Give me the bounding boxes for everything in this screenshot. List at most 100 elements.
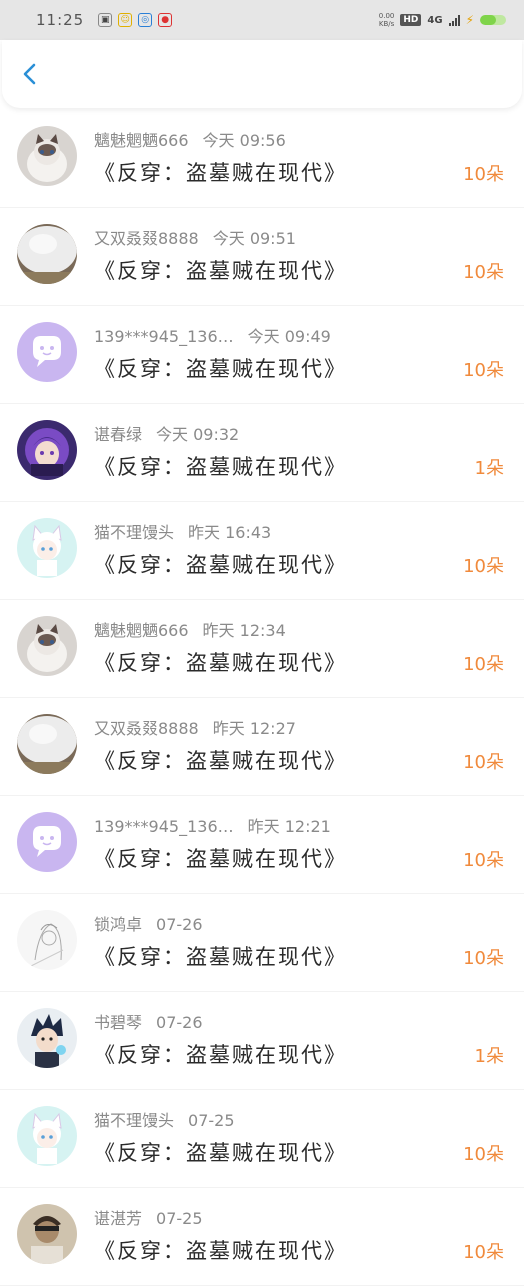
- timestamp: 今天 09:51: [212, 229, 296, 248]
- flower-count: 1朵: [474, 458, 504, 479]
- sketch-avatar[interactable]: [17, 910, 77, 970]
- signal-icon: [448, 14, 460, 26]
- photo-person-avatar[interactable]: [17, 1204, 77, 1264]
- item-meta: 谌春绿 今天 09:32: [94, 421, 239, 445]
- list-item[interactable]: 锁鸿卓 07-26 《反穿：盗墓贼在现代》 10朵: [0, 894, 524, 992]
- timestamp: 07-25: [188, 1111, 235, 1130]
- battery-fill: [480, 15, 496, 25]
- fluffy-white-avatar[interactable]: [17, 224, 77, 284]
- book-title: 《反穿：盗墓贼在现代》: [94, 749, 347, 773]
- user-name: 锁鸿卓: [94, 915, 143, 934]
- anime-catgirl-avatar[interactable]: [17, 1106, 77, 1166]
- list-item[interactable]: 书碧琴 07-26 《反穿：盗墓贼在现代》 1朵: [0, 992, 524, 1090]
- timestamp: 今天 09:56: [202, 131, 286, 150]
- flower-count: 10朵: [463, 262, 504, 283]
- flower-count: 10朵: [463, 654, 504, 675]
- anime-boy-avatar[interactable]: [17, 1008, 77, 1068]
- timestamp: 昨天 12:27: [212, 719, 296, 738]
- item-meta: 谌湛芳 07-25: [94, 1205, 203, 1229]
- purple-chat-avatar[interactable]: [17, 812, 77, 872]
- item-meta: 锁鸿卓 07-26: [94, 911, 203, 935]
- purple-chat-avatar[interactable]: [17, 322, 77, 382]
- chevron-left-icon: [23, 63, 36, 85]
- user-name: 魑魅魍魉666: [94, 131, 189, 150]
- user-name: 139***945_136…: [94, 817, 234, 836]
- flower-count: 10朵: [463, 850, 504, 871]
- flower-count: 10朵: [463, 752, 504, 773]
- timestamp: 07-26: [156, 1013, 203, 1032]
- list-item[interactable]: 谌春绿 今天 09:32 《反穿：盗墓贼在现代》 1朵: [0, 404, 524, 502]
- gift-record-list: 魑魅魍魉666 今天 09:56 《反穿：盗墓贼在现代》 10朵 又双叒叕8888 今天 …: [0, 110, 524, 1286]
- user-name: 书碧琴: [94, 1013, 143, 1032]
- flower-count: 10朵: [463, 948, 504, 969]
- status-bar: 11:25 ▣ ☺ ◎ ● 0.00 KB/s HD 4G ⚡: [0, 0, 524, 40]
- fluffy-white-avatar[interactable]: [17, 714, 77, 774]
- book-title: 《反穿：盗墓贼在现代》: [94, 651, 347, 675]
- flower-count: 1朵: [474, 1046, 504, 1067]
- user-name: 谌春绿: [94, 425, 143, 444]
- book-title: 《反穿：盗墓贼在现代》: [94, 1043, 347, 1067]
- book-title: 《反穿：盗墓贼在现代》: [94, 455, 347, 479]
- item-meta: 猫不理馒头 07-25: [94, 1107, 235, 1131]
- anime-purple-avatar[interactable]: [17, 420, 77, 480]
- cat-photo-avatar[interactable]: [17, 126, 77, 186]
- net-speed-unit: KB/s: [378, 20, 395, 28]
- timestamp: 07-26: [156, 915, 203, 934]
- item-meta: 魑魅魍魉666 今天 09:56: [94, 127, 286, 151]
- user-name: 又双叒叕8888: [94, 719, 199, 738]
- anime-catgirl-avatar[interactable]: [17, 518, 77, 578]
- network-type: 4G: [427, 14, 443, 26]
- book-title: 《反穿：盗墓贼在现代》: [94, 1239, 347, 1263]
- timestamp: 07-25: [156, 1209, 203, 1228]
- back-button[interactable]: [16, 60, 44, 88]
- list-item[interactable]: 139***945_136… 今天 09:49 《反穿：盗墓贼在现代》 10朵: [0, 306, 524, 404]
- list-item[interactable]: 猫不理馒头 昨天 16:43 《反穿：盗墓贼在现代》 10朵: [0, 502, 524, 600]
- status-time: 11:25: [36, 11, 85, 29]
- book-title: 《反穿：盗墓贼在现代》: [94, 945, 347, 969]
- user-name: 谌湛芳: [94, 1209, 143, 1228]
- user-name: 猫不理馒头: [94, 523, 175, 542]
- timestamp: 今天 09:32: [156, 425, 240, 444]
- user-name: 139***945_136…: [94, 327, 234, 346]
- timestamp: 昨天 12:34: [202, 621, 286, 640]
- item-meta: 魑魅魍魉666 昨天 12:34: [94, 617, 286, 641]
- flower-count: 10朵: [463, 360, 504, 381]
- net-speed-value: 0.00: [378, 12, 395, 20]
- item-meta: 又双叒叕8888 昨天 12:27: [94, 715, 296, 739]
- list-item[interactable]: 魑魅魍魉666 今天 09:56 《反穿：盗墓贼在现代》 10朵: [0, 110, 524, 208]
- app-icon-2: ☺: [118, 13, 133, 27]
- flower-count: 10朵: [463, 556, 504, 577]
- user-name: 又双叒叕8888: [94, 229, 199, 248]
- list-item[interactable]: 又双叒叕8888 今天 09:51 《反穿：盗墓贼在现代》 10朵: [0, 208, 524, 306]
- item-meta: 139***945_136… 今天 09:49: [94, 323, 331, 347]
- item-meta: 又双叒叕8888 今天 09:51: [94, 225, 296, 249]
- timestamp: 今天 09:49: [247, 327, 331, 346]
- list-item[interactable]: 魑魅魍魉666 昨天 12:34 《反穿：盗墓贼在现代》 10朵: [0, 600, 524, 698]
- list-item[interactable]: 139***945_136… 昨天 12:21 《反穿：盗墓贼在现代》 10朵: [0, 796, 524, 894]
- book-title: 《反穿：盗墓贼在现代》: [94, 259, 347, 283]
- app-icon-1: ▣: [98, 13, 113, 27]
- flower-count: 10朵: [463, 1242, 504, 1263]
- app-icon-4: ●: [158, 13, 173, 27]
- list-item[interactable]: 又双叒叕8888 昨天 12:27 《反穿：盗墓贼在现代》 10朵: [0, 698, 524, 796]
- hd-badge: HD: [400, 14, 422, 26]
- timestamp: 昨天 12:21: [247, 817, 331, 836]
- cat-photo-avatar[interactable]: [17, 616, 77, 676]
- app-icon-3: ◎: [138, 13, 153, 27]
- book-title: 《反穿：盗墓贼在现代》: [94, 357, 347, 381]
- status-indicators: 0.00 KB/s HD 4G ⚡: [379, 12, 506, 28]
- list-item[interactable]: 猫不理馒头 07-25 《反穿：盗墓贼在现代》 10朵: [0, 1090, 524, 1188]
- book-title: 《反穿：盗墓贼在现代》: [94, 847, 347, 871]
- net-speed: 0.00 KB/s: [379, 12, 395, 28]
- item-meta: 书碧琴 07-26: [94, 1009, 203, 1033]
- book-title: 《反穿：盗墓贼在现代》: [94, 553, 347, 577]
- flower-count: 10朵: [463, 164, 504, 185]
- battery-icon: [480, 15, 506, 25]
- notification-icons: ▣ ☺ ◎ ●: [98, 13, 173, 27]
- user-name: 猫不理馒头: [94, 1111, 175, 1130]
- list-item[interactable]: 谌湛芳 07-25 《反穿：盗墓贼在现代》 10朵: [0, 1188, 524, 1286]
- item-meta: 猫不理馒头 昨天 16:43: [94, 519, 271, 543]
- user-name: 魑魅魍魉666: [94, 621, 189, 640]
- charging-icon: ⚡: [465, 13, 474, 27]
- flower-count: 10朵: [463, 1144, 504, 1165]
